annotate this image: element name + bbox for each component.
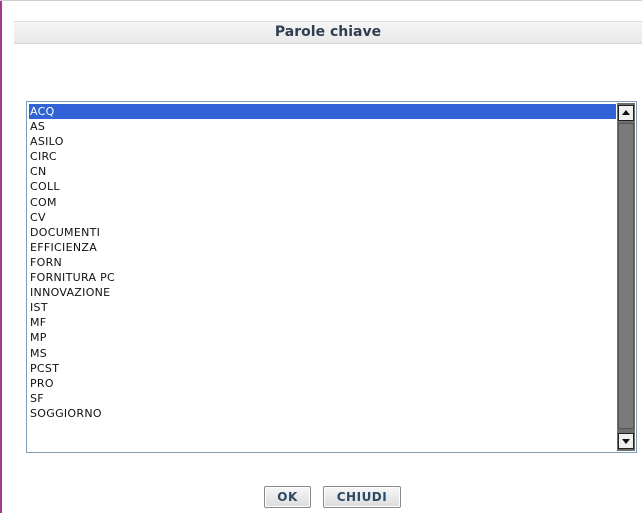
keyword-option[interactable]: EFFICIENZA (29, 240, 616, 255)
keyword-option[interactable]: COLL (29, 179, 616, 194)
close-button[interactable]: CHIUDI (323, 486, 401, 508)
scroll-up-button[interactable] (618, 105, 634, 121)
arrow-up-icon (622, 110, 630, 115)
ok-button[interactable]: OK (264, 486, 311, 508)
keyword-option[interactable]: MF (29, 315, 616, 330)
keywords-list[interactable]: ACQ AS ASILO CIRC CN COLL COM CV DOCUMEN… (29, 104, 616, 450)
keyword-option[interactable]: SF (29, 391, 616, 406)
keyword-option[interactable]: IST (29, 300, 616, 315)
keyword-option[interactable]: FORN (29, 255, 616, 270)
listbox-scrollbar[interactable] (617, 103, 635, 451)
window-left-border (0, 0, 2, 513)
keyword-option[interactable]: PCST (29, 361, 616, 376)
scroll-down-button[interactable] (618, 433, 634, 449)
keyword-option[interactable]: DOCUMENTI (29, 225, 616, 240)
keyword-option[interactable]: ASILO (29, 134, 616, 149)
window-top-border (0, 0, 642, 1)
keyword-option[interactable]: MP (29, 330, 616, 345)
dialog-title: Parole chiave (14, 21, 642, 44)
keyword-option[interactable]: CN (29, 164, 616, 179)
keyword-option[interactable]: MS (29, 346, 616, 361)
keywords-listbox[interactable]: ACQ AS ASILO CIRC CN COLL COM CV DOCUMEN… (26, 101, 637, 453)
keyword-option[interactable]: PRO (29, 376, 616, 391)
keyword-option[interactable]: CIRC (29, 149, 616, 164)
arrow-down-icon (622, 439, 630, 444)
keyword-option[interactable]: ACQ (29, 104, 616, 120)
keyword-option[interactable]: INNOVAZIONE (29, 285, 616, 300)
keyword-option[interactable]: SOGGIORNO (29, 406, 616, 421)
keyword-option[interactable]: COM (29, 195, 616, 210)
keyword-option[interactable]: AS (29, 119, 616, 134)
keyword-option[interactable]: FORNITURA PC (29, 270, 616, 285)
scroll-thumb[interactable] (618, 123, 634, 429)
keyword-option[interactable]: CV (29, 210, 616, 225)
